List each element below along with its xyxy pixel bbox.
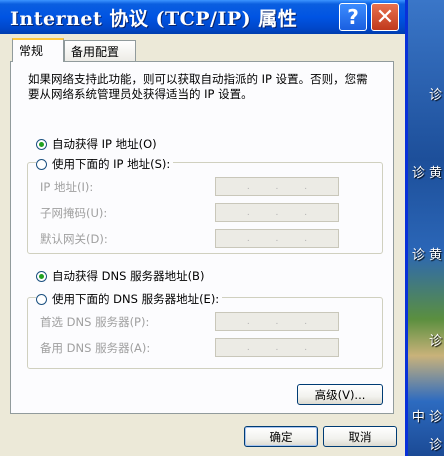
advanced-button[interactable]: 高级(V)... (297, 384, 383, 405)
ip-dot: . (246, 207, 250, 218)
default-gateway-label: 默认网关(D): (40, 232, 108, 246)
ip-dot: . (275, 181, 279, 192)
ip-dot: . (246, 316, 250, 327)
auto-ip-label: 自动获得 IP 地址(O) (52, 137, 157, 151)
alternate-dns-field[interactable]: ... (215, 338, 339, 357)
radio-unchecked-icon (36, 158, 47, 170)
auto-ip-radio[interactable]: 自动获得 IP 地址(O) (36, 136, 157, 152)
alternate-dns-label: 备用 DNS 服务器(A): (40, 341, 151, 355)
ok-button-label: 确定 (269, 429, 293, 444)
desktop-text: 诊 黄 (411, 166, 442, 181)
ip-dot: . (304, 207, 308, 218)
manual-dns-label: 使用下面的 DNS 服务器地址(E): (52, 292, 220, 306)
tcpip-properties-dialog: Internet 协议 (TCP/IP) 属性 ? ✕ 常规 备用配置 如果网络… (0, 0, 408, 456)
ip-dot: . (275, 316, 279, 327)
desktop-text: 诊 (428, 438, 442, 453)
title-bar[interactable]: Internet 协议 (TCP/IP) 属性 ? ✕ (0, 0, 405, 34)
subnet-mask-field[interactable]: ... (215, 203, 339, 222)
cancel-button-label: 取消 (348, 429, 372, 444)
auto-dns-radio[interactable]: 自动获得 DNS 服务器地址(B) (36, 268, 204, 284)
ip-dot: . (304, 316, 308, 327)
desktop-text: 诊 黄 (411, 248, 442, 263)
close-icon: ✕ (375, 4, 395, 30)
description-text: 如果网络支持此功能，则可以获取自动指派的 IP 设置。否则，您需要从网络系统管理… (28, 72, 368, 101)
ip-dot: . (304, 233, 308, 244)
desktop-text: 中 诊 (411, 410, 442, 425)
tab-label: 常规 (19, 44, 44, 58)
ip-dot: . (246, 342, 250, 353)
cancel-button[interactable]: 取消 (323, 426, 397, 447)
radio-checked-icon (36, 270, 47, 282)
ip-address-label: IP 地址(I): (40, 180, 94, 194)
tab-label: 备用配置 (71, 45, 120, 59)
ip-dot: . (304, 181, 308, 192)
subnet-mask-label: 子网掩码(U): (40, 206, 108, 220)
preferred-dns-label: 首选 DNS 服务器(P): (40, 315, 150, 329)
ip-dot: . (304, 342, 308, 353)
manual-ip-label: 使用下面的 IP 地址(S): (52, 157, 171, 171)
default-gateway-field[interactable]: ... (215, 229, 339, 248)
tab-general[interactable]: 常规 (12, 38, 64, 62)
auto-dns-label: 自动获得 DNS 服务器地址(B) (52, 269, 205, 283)
help-icon: ? (347, 5, 359, 29)
radio-unchecked-icon (36, 293, 47, 305)
preferred-dns-field[interactable]: ... (215, 312, 339, 331)
ip-dot: . (246, 233, 250, 244)
ip-dot: . (275, 342, 279, 353)
ip-dot: . (275, 207, 279, 218)
radio-checked-icon (36, 138, 47, 150)
close-button[interactable]: ✕ (371, 3, 399, 31)
desktop-text: 诊 (428, 334, 442, 349)
manual-ip-radio[interactable]: 使用下面的 IP 地址(S): (36, 156, 174, 172)
ip-dot: . (246, 181, 250, 192)
desktop-text: 诊 (428, 88, 442, 103)
advanced-button-label: 高级(V)... (314, 387, 366, 402)
ip-dot: . (275, 233, 279, 244)
ok-button[interactable]: 确定 (244, 426, 318, 447)
manual-dns-group (27, 297, 383, 369)
help-button[interactable]: ? (339, 3, 367, 31)
window-title: Internet 协议 (TCP/IP) 属性 (10, 8, 298, 30)
manual-dns-radio[interactable]: 使用下面的 DNS 服务器地址(E): (36, 291, 223, 307)
ip-address-field[interactable]: ... (215, 177, 339, 196)
tab-alternate-config[interactable]: 备用配置 (64, 40, 136, 62)
